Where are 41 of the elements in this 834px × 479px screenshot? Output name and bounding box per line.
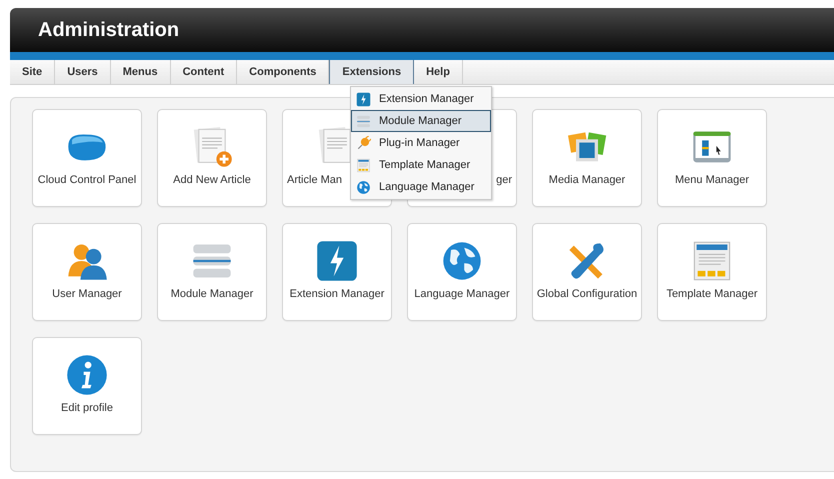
dashboard-tile[interactable]: Extension Manager xyxy=(282,223,392,321)
tile-label: Language Manager xyxy=(414,287,510,302)
lightning-icon xyxy=(356,92,371,106)
menu-tab[interactable]: Menus xyxy=(110,60,171,84)
page-title: Administration xyxy=(38,18,180,43)
dashboard-tile[interactable]: Cloud Control Panel xyxy=(32,109,142,207)
dashboard-tile[interactable]: Language Manager xyxy=(407,223,517,321)
tile-label: ger xyxy=(496,173,512,188)
tile-label: Article Man xyxy=(287,173,342,188)
tile-label: Global Configuration xyxy=(536,287,638,302)
menu-tab[interactable]: Site xyxy=(10,60,56,84)
stacked-bars-icon xyxy=(356,114,371,128)
menu-tab[interactable]: Help xyxy=(414,60,463,84)
dashboard-tile[interactable]: User Manager xyxy=(32,223,142,321)
dashboard-tile[interactable]: Edit profile xyxy=(32,337,142,435)
tile-label: User Manager xyxy=(52,287,122,302)
menu-tab[interactable]: Content xyxy=(170,60,238,84)
webpage-icon xyxy=(356,158,371,172)
globe-icon xyxy=(356,180,371,194)
tile-label: Edit profile xyxy=(61,401,113,416)
tile-label: Add New Article xyxy=(173,173,251,188)
tile-label: Menu Manager xyxy=(675,173,749,188)
dashboard-tile[interactable]: Global Configuration xyxy=(532,223,642,321)
menu-tab[interactable]: Extensions xyxy=(329,60,414,84)
dashboard-tile[interactable]: Media Manager xyxy=(532,109,642,207)
tile-label: Cloud Control Panel xyxy=(38,173,136,188)
dashboard-tile[interactable]: Add New Article xyxy=(157,109,267,207)
plug-icon xyxy=(356,136,371,150)
lightning-icon xyxy=(315,239,359,283)
info-icon xyxy=(65,353,109,397)
dashboard-tile[interactable]: Module Manager xyxy=(157,223,267,321)
dashboard-tile[interactable]: Menu Manager xyxy=(657,109,767,207)
dashboard-tile[interactable]: Template Manager xyxy=(657,223,767,321)
tile-label: Module Manager xyxy=(170,287,254,302)
dropdown-label: Extension Manager xyxy=(379,92,474,107)
tile-label: Extension Manager xyxy=(290,287,384,302)
tile-label: Media Manager xyxy=(548,173,626,188)
dropdown-item[interactable]: Module Manager xyxy=(351,110,491,132)
dropdown-item[interactable]: Extension Manager xyxy=(351,88,491,110)
menu-tab[interactable]: Users xyxy=(55,60,111,84)
tile-label: Template Manager xyxy=(666,287,758,302)
